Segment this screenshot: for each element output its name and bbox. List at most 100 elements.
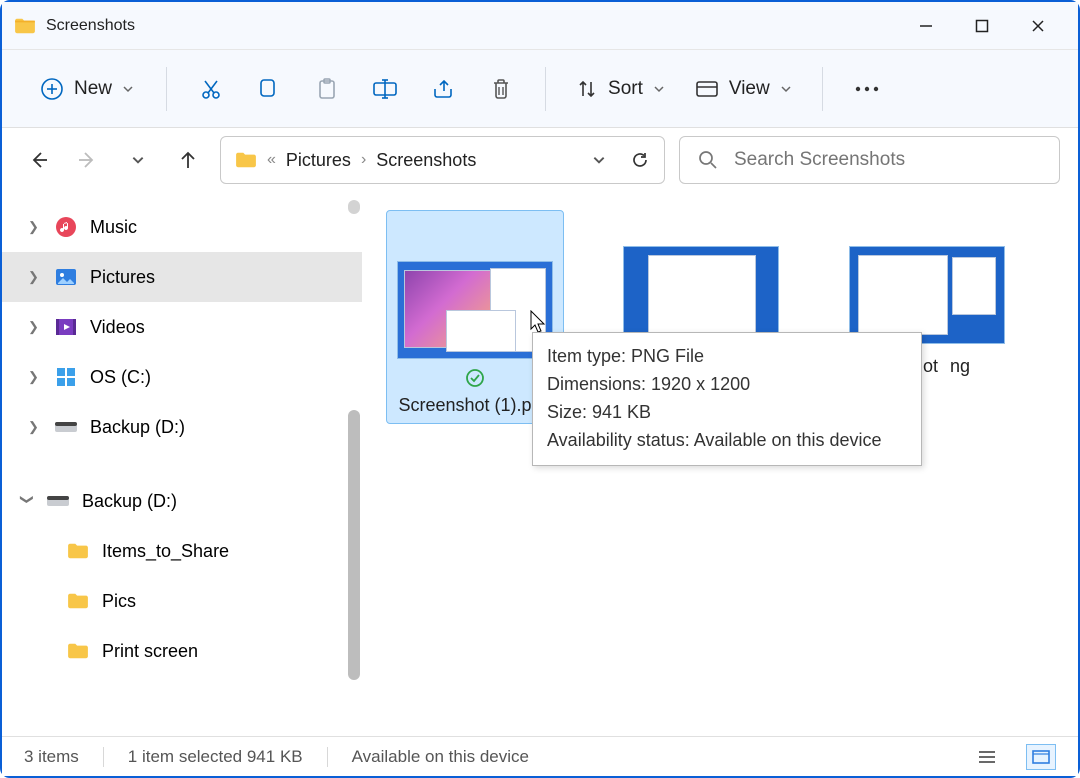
- sidebar-item-items-to-share[interactable]: Items_to_Share: [2, 526, 362, 576]
- sidebar-scrollbar[interactable]: [346, 200, 362, 728]
- separator: [327, 747, 328, 767]
- scissors-icon: [199, 77, 223, 101]
- minimize-button[interactable]: [898, 2, 954, 50]
- chevron-right-icon: ❯: [28, 319, 42, 335]
- sidebar-item-label: Backup (D:): [90, 417, 185, 438]
- share-button[interactable]: [421, 65, 465, 113]
- search-bar[interactable]: [679, 136, 1060, 184]
- details-view-toggle[interactable]: [972, 744, 1002, 770]
- sidebar-item-print-screen[interactable]: Print screen: [2, 626, 362, 676]
- folder-icon: [14, 17, 36, 35]
- status-count: 3 items: [24, 747, 79, 767]
- scroll-thumb[interactable]: [348, 410, 360, 680]
- breadcrumb-ellipsis[interactable]: «: [267, 151, 276, 169]
- sidebar-item-label: Pictures: [90, 267, 155, 288]
- rename-button[interactable]: [363, 65, 407, 113]
- file-thumbnail: [623, 246, 779, 344]
- breadcrumb-parent[interactable]: Pictures: [286, 150, 351, 171]
- drive-icon: [46, 489, 70, 513]
- search-input[interactable]: [734, 149, 1041, 171]
- cut-button[interactable]: [189, 65, 233, 113]
- sidebar-item-pictures[interactable]: ❯ Pictures: [2, 252, 362, 302]
- chevron-down-icon[interactable]: [592, 153, 606, 167]
- scroll-thumb[interactable]: [348, 200, 360, 214]
- sidebar-item-label: Pics: [102, 591, 136, 612]
- folder-icon: [66, 539, 90, 563]
- chevron-right-icon: ❯: [28, 219, 42, 235]
- new-button[interactable]: New: [30, 71, 144, 107]
- file-item[interactable]: [612, 210, 790, 350]
- breadcrumb-separator: ›: [361, 151, 366, 169]
- ellipsis-icon: [854, 85, 880, 93]
- tooltip-line: Item type: PNG File: [547, 343, 907, 371]
- chevron-down-icon: [653, 83, 665, 95]
- separator: [103, 747, 104, 767]
- view-icon: [695, 79, 719, 99]
- thumbnails-view-toggle[interactable]: [1026, 744, 1056, 770]
- sidebar-item-pics[interactable]: Pics: [2, 576, 362, 626]
- new-label: New: [74, 78, 112, 100]
- sidebar-item-label: Videos: [90, 317, 145, 338]
- sidebar-item-os-drive[interactable]: ❯ OS (C:): [2, 352, 362, 402]
- view-label: View: [729, 78, 770, 100]
- copy-button[interactable]: [247, 65, 291, 113]
- sort-icon: [576, 78, 598, 100]
- folder-icon: [66, 589, 90, 613]
- trash-icon: [490, 77, 512, 101]
- tooltip-line: Dimensions: 1920 x 1200: [547, 371, 907, 399]
- up-button[interactable]: [170, 142, 206, 178]
- folder-icon: [66, 639, 90, 663]
- delete-button[interactable]: [479, 65, 523, 113]
- separator: [166, 67, 167, 111]
- file-thumbnail: [849, 246, 1005, 344]
- file-tooltip: Item type: PNG File Dimensions: 1920 x 1…: [532, 332, 922, 466]
- sidebar-item-label: OS (C:): [90, 367, 151, 388]
- refresh-icon[interactable]: [630, 150, 650, 170]
- chevron-down-icon: ❯: [19, 494, 35, 508]
- file-pane[interactable]: Screenshot (1).png enshotng Item type: P…: [362, 192, 1078, 736]
- status-selected: 1 item selected 941 KB: [128, 747, 303, 767]
- rename-icon: [372, 78, 398, 100]
- search-icon: [698, 150, 718, 170]
- address-bar[interactable]: « Pictures › Screenshots: [220, 136, 665, 184]
- main-area: ❯ Music ❯ Pictures ❯ Videos ❯ OS (C:) ❯ …: [2, 192, 1078, 736]
- sidebar-item-backup-drive[interactable]: ❯ Backup (D:): [2, 402, 362, 452]
- videos-icon: [54, 315, 78, 339]
- tooltip-line: Availability status: Available on this d…: [547, 427, 907, 455]
- chevron-right-icon: ❯: [28, 269, 42, 285]
- more-button[interactable]: [845, 65, 889, 113]
- sidebar-item-label: Music: [90, 217, 137, 238]
- clipboard-icon: [316, 77, 338, 101]
- share-icon: [431, 78, 455, 100]
- chevron-down-icon: [780, 83, 792, 95]
- recent-dropdown[interactable]: [120, 142, 156, 178]
- pictures-icon: [54, 265, 78, 289]
- plus-circle-icon: [40, 77, 64, 101]
- sidebar-item-music[interactable]: ❯ Music: [2, 202, 362, 252]
- sidebar-item-label: Items_to_Share: [102, 541, 229, 562]
- navigation-pane: ❯ Music ❯ Pictures ❯ Videos ❯ OS (C:) ❯ …: [2, 192, 362, 736]
- forward-button[interactable]: [70, 142, 106, 178]
- sidebar-group-backup[interactable]: ❯ Backup (D:): [2, 476, 362, 526]
- separator: [822, 67, 823, 111]
- drive-icon: [54, 415, 78, 439]
- window-title: Screenshots: [46, 17, 135, 35]
- back-button[interactable]: [20, 142, 56, 178]
- paste-button[interactable]: [305, 65, 349, 113]
- folder-icon: [235, 151, 257, 169]
- view-button[interactable]: View: [687, 72, 800, 106]
- sort-button[interactable]: Sort: [568, 72, 673, 106]
- windows-drive-icon: [54, 365, 78, 389]
- status-availability: Available on this device: [352, 747, 529, 767]
- chevron-right-icon: ❯: [28, 419, 42, 435]
- sort-label: Sort: [608, 78, 643, 100]
- music-icon: [54, 215, 78, 239]
- command-bar: New Sort View: [2, 50, 1078, 128]
- status-bar: 3 items 1 item selected 941 KB Available…: [2, 736, 1078, 776]
- close-button[interactable]: [1010, 2, 1066, 50]
- maximize-button[interactable]: [954, 2, 1010, 50]
- tooltip-line: Size: 941 KB: [547, 399, 907, 427]
- breadcrumb-current[interactable]: Screenshots: [376, 150, 476, 171]
- sidebar-item-videos[interactable]: ❯ Videos: [2, 302, 362, 352]
- file-thumbnail: [397, 261, 553, 359]
